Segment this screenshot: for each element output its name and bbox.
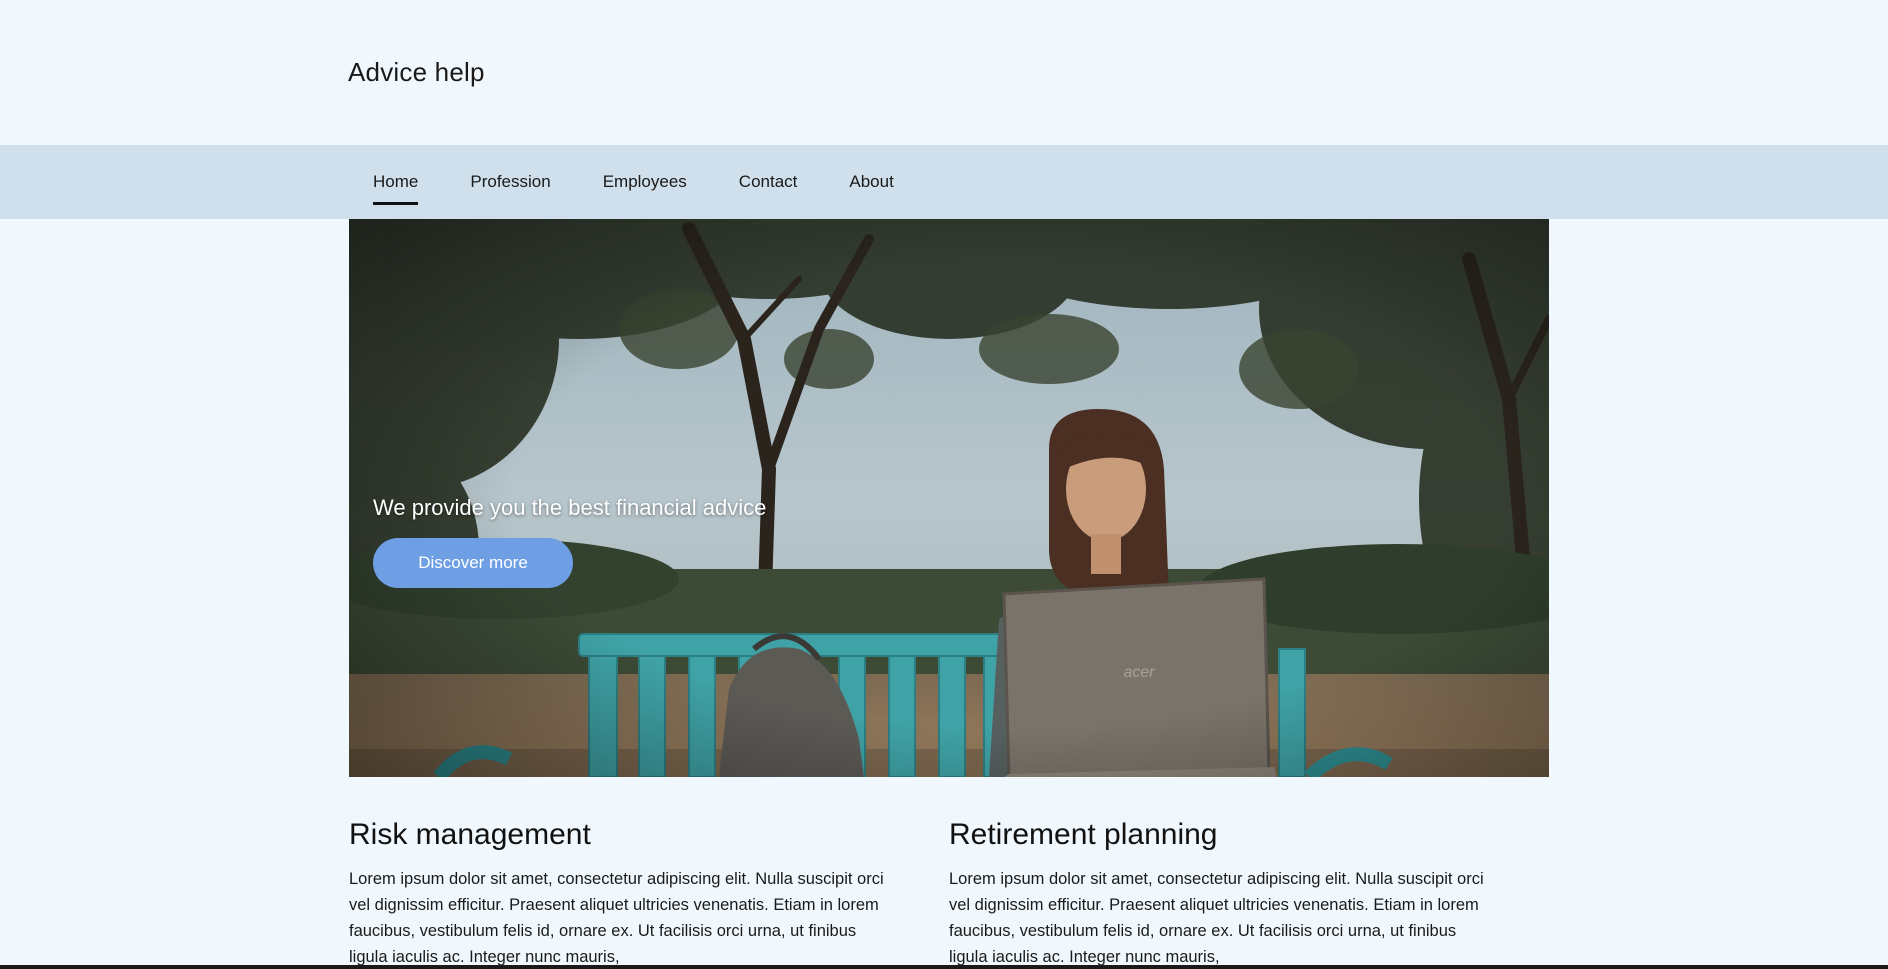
nav-item-profession[interactable]: Profession (470, 145, 550, 219)
site-header: Advice help (0, 0, 1888, 145)
nav-items: Home Profession Employees Contact About (373, 145, 946, 219)
section-body: Lorem ipsum dolor sit amet, consectetur … (949, 870, 1484, 966)
section-body: Lorem ipsum dolor sit amet, consectetur … (349, 870, 884, 966)
nav-item-employees[interactable]: Employees (603, 145, 687, 219)
risk-management-section: Risk management Lorem ipsum dolor sit am… (349, 818, 894, 969)
nav-item-home[interactable]: Home (373, 145, 419, 219)
bottom-divider (0, 965, 1888, 969)
section-title: Retirement planning (949, 818, 1218, 851)
site-title[interactable]: Advice help (348, 57, 485, 88)
nav-item-about[interactable]: About (849, 145, 893, 219)
hero-banner: acer We provide you the best financial a… (349, 219, 1549, 777)
hero-heading: We provide you the best financial advice (373, 495, 767, 520)
main-nav: Home Profession Employees Contact About (0, 145, 1888, 219)
nav-item-contact[interactable]: Contact (739, 145, 798, 219)
section-title: Risk management (349, 818, 591, 851)
discover-more-button[interactable]: Discover more (373, 538, 573, 588)
retirement-planning-section: Retirement planning Lorem ipsum dolor si… (949, 818, 1494, 969)
